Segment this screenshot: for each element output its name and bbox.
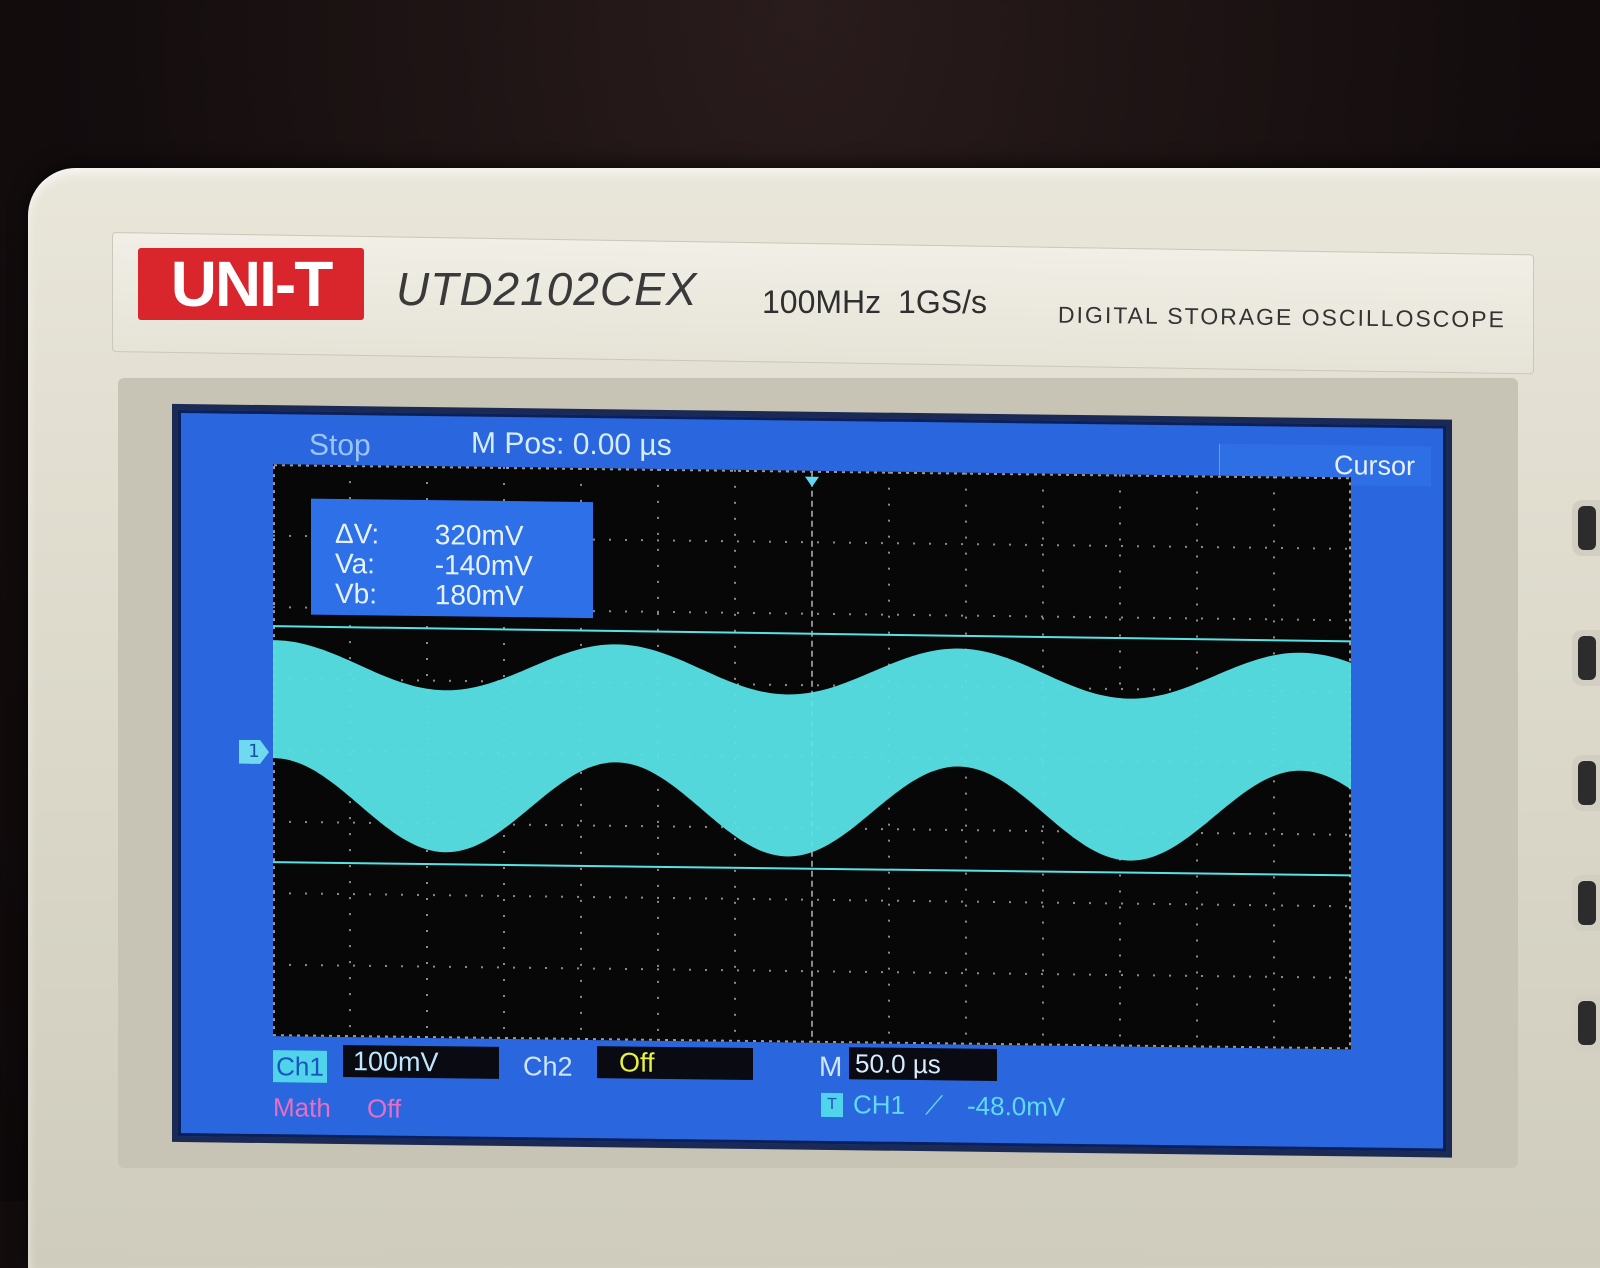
trigger-icon: T [821,1092,843,1118]
trigger-position-icon [805,476,819,487]
side-menu-button-1[interactable] [1572,500,1600,556]
device-type: DIGITAL STORAGE OSCILLOSCOPE [1057,301,1507,333]
brand-logo: UNI-T [138,248,364,320]
channel1-level-marker[interactable]: 1 [239,740,269,764]
cursor-readout-panel: ΔV: 320mV Va: -140mV Vb: 180mV [311,498,593,619]
delta-v-label: ΔV: [335,517,380,550]
timebase-label: M [819,1050,843,1083]
math-value: Off [367,1093,402,1124]
side-menu-button-3[interactable] [1572,755,1600,811]
ch1-scale: 100mV [343,1045,499,1079]
run-status: Stop [309,428,371,463]
side-menu-button-5[interactable] [1572,995,1600,1051]
device-specs: 100MHz 1GS/s [762,284,987,320]
va-value: -140mV [434,549,533,582]
vb-value: 180mV [434,579,524,612]
ch1-tag[interactable]: Ch1 [273,1050,327,1083]
trigger-level: -48.0mV [967,1090,1066,1122]
side-menu-button-2[interactable] [1572,630,1600,686]
trigger-slope-icon: ⟋ [925,1090,944,1121]
delta-v-value: 320mV [434,519,524,552]
vb-label: Vb: [335,577,378,610]
cursor-line-vb [273,625,1351,643]
ch2-tag[interactable]: Ch2 [523,1051,573,1083]
timebase-value: 50.0 µs [849,1047,997,1082]
model-name: UTD2102CEX [396,263,698,315]
math-label[interactable]: Math [273,1092,331,1124]
side-menu-button-4[interactable] [1572,875,1600,931]
va-label: Va: [335,547,375,580]
horizontal-position: M Pos: 0.00 µs [471,426,672,463]
oscilloscope-screen: Stop M Pos: 0.00 µs Cursor 1 ΔV: 320mV V… [178,410,1446,1152]
trigger-source: CH1 [853,1089,906,1120]
ch2-scale: Off [597,1046,753,1081]
